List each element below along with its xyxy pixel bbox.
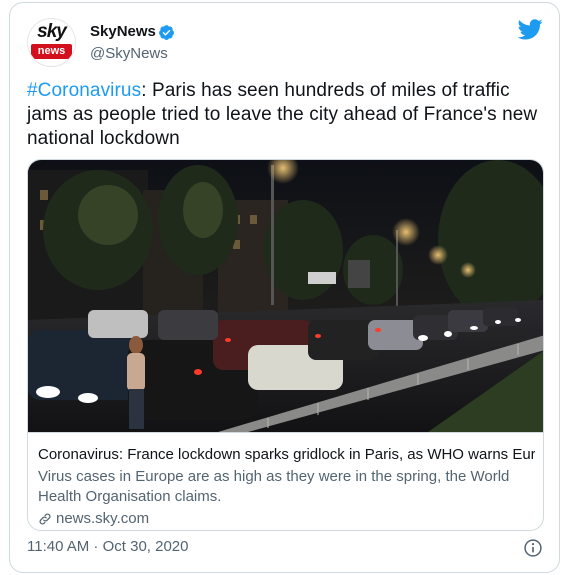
author-handle[interactable]: @SkyNews bbox=[90, 45, 168, 62]
tweet-timestamp[interactable]: 11:40 AM · Oct 30, 2020 bbox=[27, 538, 188, 555]
tweet-text: #Coronavirus: Paris has seen hundreds of… bbox=[27, 79, 547, 151]
twitter-bird-icon[interactable] bbox=[518, 19, 543, 40]
card-domain-text: news.sky.com bbox=[56, 510, 150, 527]
link-icon bbox=[39, 513, 51, 525]
verified-badge-icon bbox=[159, 25, 174, 40]
link-preview-card[interactable]: Coronavirus: France lockdown sparks grid… bbox=[27, 159, 544, 531]
avatar[interactable]: sky news bbox=[27, 18, 76, 67]
avatar-brand-word: sky bbox=[37, 21, 67, 42]
tweet-card[interactable]: sky news SkyNews @SkyNews #Coronavirus: … bbox=[9, 2, 560, 573]
card-title[interactable]: Coronavirus: France lockdown sparks grid… bbox=[38, 445, 535, 465]
info-icon[interactable] bbox=[523, 538, 543, 558]
hashtag-link[interactable]: #Coronavirus bbox=[27, 80, 141, 101]
card-image[interactable] bbox=[28, 160, 544, 432]
author-display-name[interactable]: SkyNews bbox=[90, 23, 156, 40]
card-description: Virus cases in Europe are as high as the… bbox=[38, 468, 510, 505]
avatar-brand-bar: news bbox=[31, 44, 72, 59]
card-meta[interactable]: Coronavirus: France lockdown sparks grid… bbox=[28, 432, 543, 530]
card-domain[interactable]: news.sky.com bbox=[38, 509, 535, 529]
